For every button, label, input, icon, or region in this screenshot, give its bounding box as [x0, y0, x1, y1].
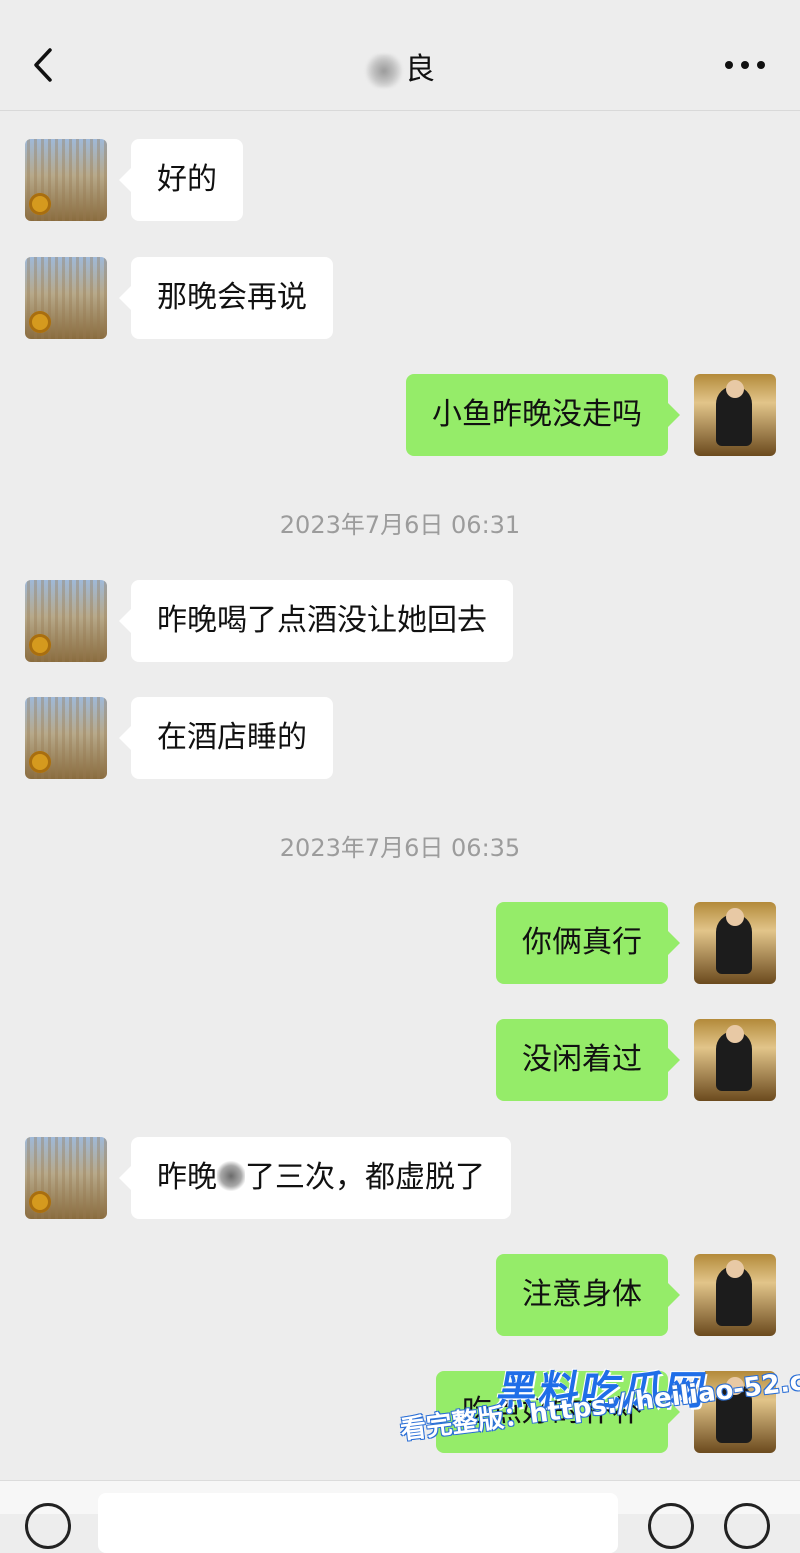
message-bubble-self[interactable]: 小鱼昨晚没走吗	[406, 374, 680, 456]
peer-avatar[interactable]	[25, 257, 107, 339]
timestamp: 2023年7月6日 06:35	[279, 834, 521, 862]
chat-header: 良	[0, 0, 800, 111]
voice-icon[interactable]	[25, 1503, 71, 1549]
message-bubble-peer[interactable]: 好的	[119, 139, 243, 221]
more-button[interactable]	[720, 48, 770, 82]
blurred-name-part	[365, 53, 403, 88]
message-bubble-peer[interactable]: 昨晚喝了点酒没让她回去	[119, 580, 513, 662]
message-input[interactable]	[98, 1493, 618, 1553]
self-avatar[interactable]	[694, 1254, 776, 1336]
chat-title: 良	[0, 44, 800, 88]
peer-avatar[interactable]	[25, 580, 107, 662]
message-bubble-peer[interactable]: 昨晚 了三次，都虚脱了	[119, 1137, 511, 1219]
peer-avatar[interactable]	[25, 139, 107, 221]
peer-avatar[interactable]	[25, 697, 107, 779]
message-text-part: 昨晚	[157, 1160, 217, 1195]
self-avatar[interactable]	[694, 374, 776, 456]
peer-avatar[interactable]	[25, 1137, 107, 1219]
input-bar	[0, 1480, 800, 1553]
plus-icon[interactable]	[724, 1503, 770, 1549]
message-bubble-peer[interactable]: 在酒店睡的	[119, 697, 333, 779]
chat-title-text: 良	[405, 52, 435, 87]
message-text-part: 了三次，都虚脱了	[245, 1160, 485, 1195]
more-dots-icon	[725, 61, 765, 69]
message-bubble-self[interactable]: 你俩真行	[496, 902, 680, 984]
emoji-icon[interactable]	[648, 1503, 694, 1549]
timestamp: 2023年7月6日 06:31	[279, 511, 521, 539]
message-bubble-self[interactable]: 没闲着过	[496, 1019, 680, 1101]
self-avatar[interactable]	[694, 902, 776, 984]
message-bubble-self[interactable]: 注意身体	[496, 1254, 680, 1336]
redacted-blot	[217, 1161, 245, 1191]
message-bubble-peer[interactable]: 那晚会再说	[119, 257, 333, 339]
self-avatar[interactable]	[694, 1019, 776, 1101]
